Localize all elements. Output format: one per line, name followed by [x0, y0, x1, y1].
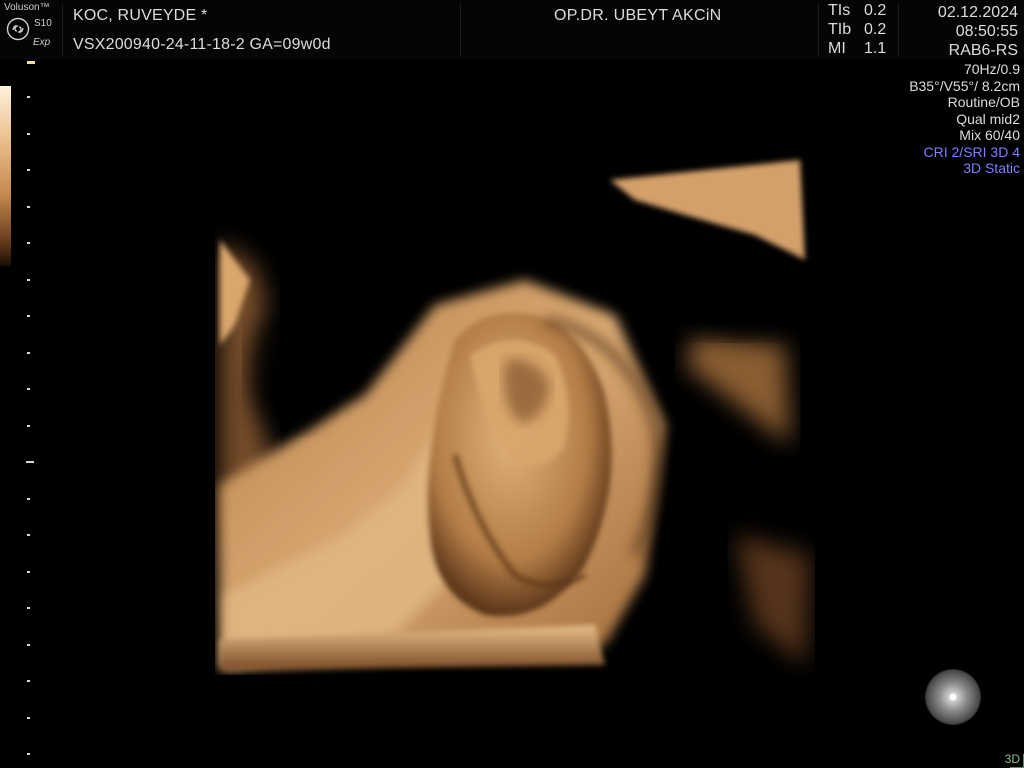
ti-soft-tissue: TIs 0.2 — [828, 2, 887, 19]
param-mode: 3D Static — [963, 160, 1020, 176]
exam-time: 08:50:55 — [955, 23, 1018, 40]
header-divider — [62, 4, 63, 56]
orientation-ball-icon[interactable] — [925, 669, 981, 725]
depth-tick — [27, 205, 30, 208]
depth-tick — [27, 607, 30, 609]
header-divider — [898, 4, 899, 56]
param-preset: Routine/OB — [947, 94, 1020, 110]
depth-tick — [27, 716, 30, 719]
brand-name: Voluson™ — [4, 2, 50, 13]
render-mode-label: 3D — [1004, 752, 1020, 766]
doctor-name: OP.DR. UBEYT AKCiN — [554, 7, 722, 24]
model-variant: Exp — [33, 37, 51, 48]
ultrasound-3d-render[interactable] — [215, 155, 815, 675]
depth-tick — [27, 388, 30, 390]
render-volume — [220, 160, 810, 670]
depth-tick — [27, 570, 30, 573]
depth-tick — [27, 96, 30, 98]
patient-id[interactable]: VSX200940-24-11-18-2 GA=09w0d — [73, 36, 331, 54]
header-divider — [818, 4, 819, 56]
date-time-probe: 02.12.2024 08:50:55 RAB6-RS — [938, 3, 1018, 60]
depth-tick — [27, 680, 30, 682]
probe-name: RAB6-RS — [948, 42, 1018, 59]
param-cri-sri: CRI 2/SRI 3D 4 — [923, 143, 1020, 160]
depth-tick — [27, 497, 30, 500]
depth-scale — [24, 60, 38, 760]
param-mix: Mix 60/40 — [959, 127, 1020, 143]
depth-tick — [26, 461, 34, 463]
header-bar: Voluson™ S10 Exp KOC, RUVEYDE * VSX20094… — [0, 0, 1024, 60]
ti-bone: TIb 0.2 — [828, 21, 887, 38]
render-color-bar — [0, 86, 11, 266]
depth-tick — [27, 132, 30, 135]
mechanical-index: MI 1.1 — [828, 40, 887, 57]
thermal-mechanical-index: TIs 0.2 TIb 0.2 MI 1.1 — [822, 2, 892, 59]
depth-tick — [27, 169, 30, 171]
header-divider — [460, 4, 461, 56]
depth-tick — [27, 351, 30, 354]
param-frame-rate: 70Hz/0.9 — [963, 61, 1020, 77]
param-angles-depth: B35°/V55°/ 8.2cm — [909, 77, 1020, 94]
depth-tick — [27, 753, 30, 755]
brand-logo: Voluson™ S10 Exp — [0, 0, 62, 60]
patient-name[interactable]: KOC, RUVEYDE * — [73, 7, 207, 25]
depth-tick — [27, 315, 30, 317]
depth-tick — [27, 534, 30, 536]
depth-tick — [27, 643, 30, 646]
depth-tick — [27, 424, 30, 427]
depth-tick — [27, 242, 30, 244]
param-quality: Qual mid2 — [956, 110, 1020, 127]
ge-logo-icon — [6, 17, 30, 41]
depth-tick — [27, 278, 30, 281]
exam-date: 02.12.2024 — [937, 4, 1018, 21]
imaging-parameters: 70Hz/0.9 B35°/V55°/ 8.2cm Routine/OB Qua… — [909, 61, 1020, 177]
model-name: S10 — [34, 18, 52, 29]
